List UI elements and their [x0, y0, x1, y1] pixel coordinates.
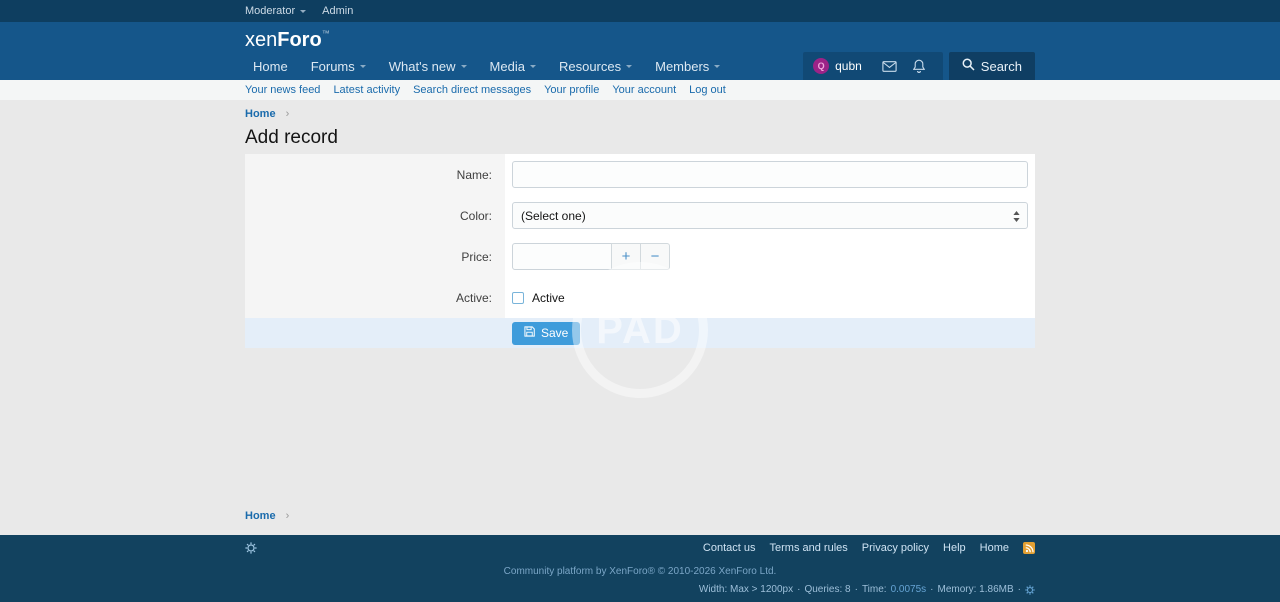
subnav-search-direct-messages[interactable]: Search direct messages	[413, 84, 531, 96]
save-button[interactable]: Save	[512, 322, 580, 345]
name-input[interactable]	[512, 161, 1028, 188]
nav-item-resources[interactable]: Resources	[551, 52, 640, 80]
footer-terms-and-rules[interactable]: Terms and rules	[770, 542, 848, 554]
price-increment-button[interactable]: +	[611, 243, 641, 270]
footer: Contact us Terms and rules Privacy polic…	[0, 535, 1280, 602]
form-row-price: Price: + −	[245, 236, 1035, 277]
footer-privacy-policy[interactable]: Privacy policy	[862, 542, 929, 554]
save-floppy-icon	[524, 326, 535, 340]
form-submit-bar: Save	[245, 318, 1035, 348]
nav-label: What's new	[389, 59, 456, 74]
search-button-label: Search	[981, 59, 1022, 74]
breadcrumb-separator-icon: ›	[286, 108, 290, 120]
active-checkbox[interactable]	[512, 292, 524, 304]
logo-text-foro: Foro	[277, 29, 321, 51]
nav-item-members[interactable]: Members	[647, 52, 728, 80]
search-icon	[962, 58, 975, 74]
debug-time-label: Time:	[862, 584, 887, 595]
breadcrumb-separator-icon: ›	[286, 510, 290, 522]
username: qubn	[835, 59, 862, 73]
chevron-down-icon	[714, 65, 720, 71]
debug-time-link[interactable]: 0.0075s	[891, 584, 927, 595]
subnav-your-account[interactable]: Your account	[612, 84, 676, 96]
color-field-label: Color:	[245, 195, 505, 236]
avatar-letter: Q	[818, 61, 825, 71]
active-checkbox-label[interactable]: Active	[532, 291, 565, 305]
form-row-color: Color: (Select one)	[245, 195, 1035, 236]
moderator-menu-label: Moderator	[245, 5, 295, 17]
style-chooser-gear-icon[interactable]	[245, 542, 257, 554]
moderator-menu[interactable]: Moderator	[245, 5, 306, 17]
form-row-active: Active: Active	[245, 277, 1035, 318]
logo-trademark: ™	[322, 29, 330, 38]
visitor-subnav: Your news feed Latest activity Search di…	[0, 80, 1280, 100]
debug-queries: Queries: 8	[804, 584, 850, 595]
rss-icon[interactable]	[1023, 542, 1035, 554]
debug-memory: Memory: 1.86MB	[938, 584, 1014, 595]
name-field-label: Name:	[245, 154, 505, 195]
add-record-form: Name: Color: (Select one) Price:	[245, 154, 1035, 348]
moderator-bar: Moderator Admin	[0, 0, 1280, 22]
logo-text-xen: xen	[245, 29, 277, 51]
nav-item-whats-new[interactable]: What's new	[381, 52, 475, 80]
nav-item-home[interactable]: Home	[245, 52, 296, 80]
color-select[interactable]: (Select one)	[512, 202, 1028, 229]
footer-contact-us[interactable]: Contact us	[703, 542, 756, 554]
nav-label: Home	[253, 59, 288, 74]
breadcrumb-home-link[interactable]: Home	[245, 108, 276, 120]
debug-stats: Width: Max > 1200px · Queries: 8 · Time:…	[699, 584, 1035, 595]
price-field-label: Price:	[245, 236, 505, 277]
copyright-notice: Community platform by XenForo® © 2010-20…	[245, 566, 1035, 577]
nav-item-forums[interactable]: Forums	[303, 52, 374, 80]
subnav-your-profile[interactable]: Your profile	[544, 84, 599, 96]
chevron-down-icon	[626, 65, 632, 71]
price-decrement-button[interactable]: −	[640, 243, 670, 270]
xenforo-logo[interactable]: xenForo™	[245, 29, 330, 52]
debug-separator: ·	[797, 584, 800, 595]
user-menu[interactable]: Q qubn	[803, 52, 943, 80]
debug-separator: ·	[855, 584, 858, 595]
nav-label: Members	[655, 59, 709, 74]
nav-label: Media	[490, 59, 525, 74]
save-button-label: Save	[541, 326, 568, 340]
avatar[interactable]: Q	[813, 58, 829, 74]
debug-width: Width: Max > 1200px	[699, 584, 793, 595]
breadcrumb: Home ›	[245, 100, 1035, 122]
form-row-name: Name:	[245, 154, 1035, 195]
active-field-label: Active:	[245, 277, 505, 318]
nav-label: Forums	[311, 59, 355, 74]
footer-help[interactable]: Help	[943, 542, 966, 554]
header: xenForo™ Home Forums What's new Media	[0, 22, 1280, 80]
footer-home[interactable]: Home	[980, 542, 1009, 554]
main-content: Home › Add record Name: Color: (Select o…	[0, 100, 1280, 535]
footer-links: Contact us Terms and rules Privacy polic…	[703, 542, 1035, 554]
subnav-log-out[interactable]: Log out	[689, 84, 726, 96]
messages-envelope-icon[interactable]	[874, 61, 905, 72]
nav-label: Resources	[559, 59, 621, 74]
chevron-down-icon	[300, 10, 306, 16]
breadcrumb-home-link[interactable]: Home	[245, 510, 276, 522]
select-updown-icon	[1013, 211, 1020, 225]
nav-item-media[interactable]: Media	[482, 52, 544, 80]
admin-link[interactable]: Admin	[322, 5, 353, 17]
price-input[interactable]	[512, 243, 612, 270]
chevron-down-icon	[530, 65, 536, 71]
main-nav: Home Forums What's new Media Resources	[245, 52, 1035, 80]
search-button[interactable]: Search	[949, 52, 1035, 80]
debug-gear-icon[interactable]	[1025, 585, 1035, 595]
debug-separator: ·	[930, 584, 933, 595]
chevron-down-icon	[461, 65, 467, 71]
page-title: Add record	[245, 127, 1035, 154]
subnav-your-news-feed[interactable]: Your news feed	[245, 84, 320, 96]
alerts-bell-icon[interactable]	[905, 59, 933, 73]
subnav-latest-activity[interactable]: Latest activity	[333, 84, 400, 96]
debug-separator: ·	[1018, 584, 1021, 595]
color-select-value: (Select one)	[521, 209, 586, 223]
chevron-down-icon	[360, 65, 366, 71]
breadcrumb-bottom: Home ›	[245, 510, 1035, 532]
